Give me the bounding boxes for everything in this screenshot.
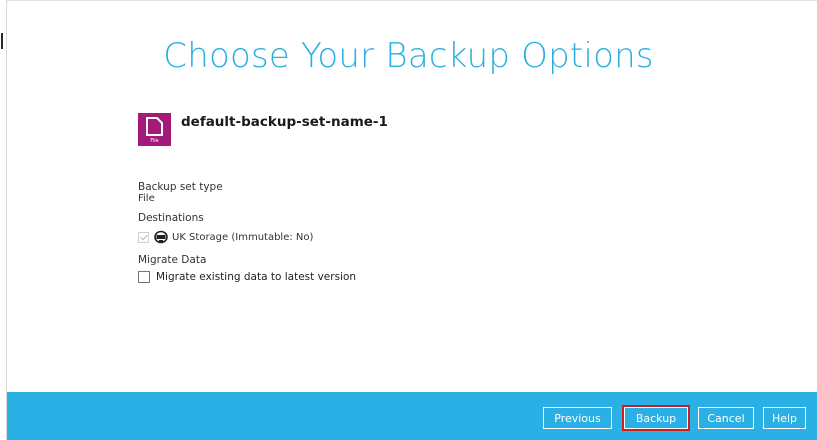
top-divider: [7, 0, 817, 1]
migrate-option[interactable]: Migrate existing data to latest version: [138, 269, 356, 285]
backup-set-type-label: Backup set type: [138, 181, 223, 193]
migrate-checkbox[interactable]: [138, 271, 150, 283]
footer-bar: [7, 392, 817, 440]
backup-button[interactable]: Backup: [622, 405, 690, 431]
cancel-button[interactable]: Cancel: [698, 407, 754, 429]
backup-set-name: default-backup-set-name-1: [181, 114, 388, 130]
destination-label: UK Storage (Immutable: No): [172, 231, 314, 243]
destination-item: UK Storage (Immutable: No): [138, 229, 313, 245]
page-title: Choose Your Backup Options: [163, 36, 654, 76]
migrate-data-label: Migrate Data: [138, 254, 207, 266]
help-button[interactable]: Help: [763, 407, 806, 429]
file-icon-caption: File: [150, 138, 159, 144]
previous-button[interactable]: Previous: [543, 407, 612, 429]
backup-set-type-value: File: [138, 193, 155, 204]
migrate-option-label[interactable]: Migrate existing data to latest version: [156, 271, 356, 283]
file-icon: File: [138, 113, 171, 146]
destinations-label: Destinations: [138, 212, 204, 224]
destination-checkbox: [138, 231, 149, 243]
storage-destination-icon: [154, 230, 168, 244]
